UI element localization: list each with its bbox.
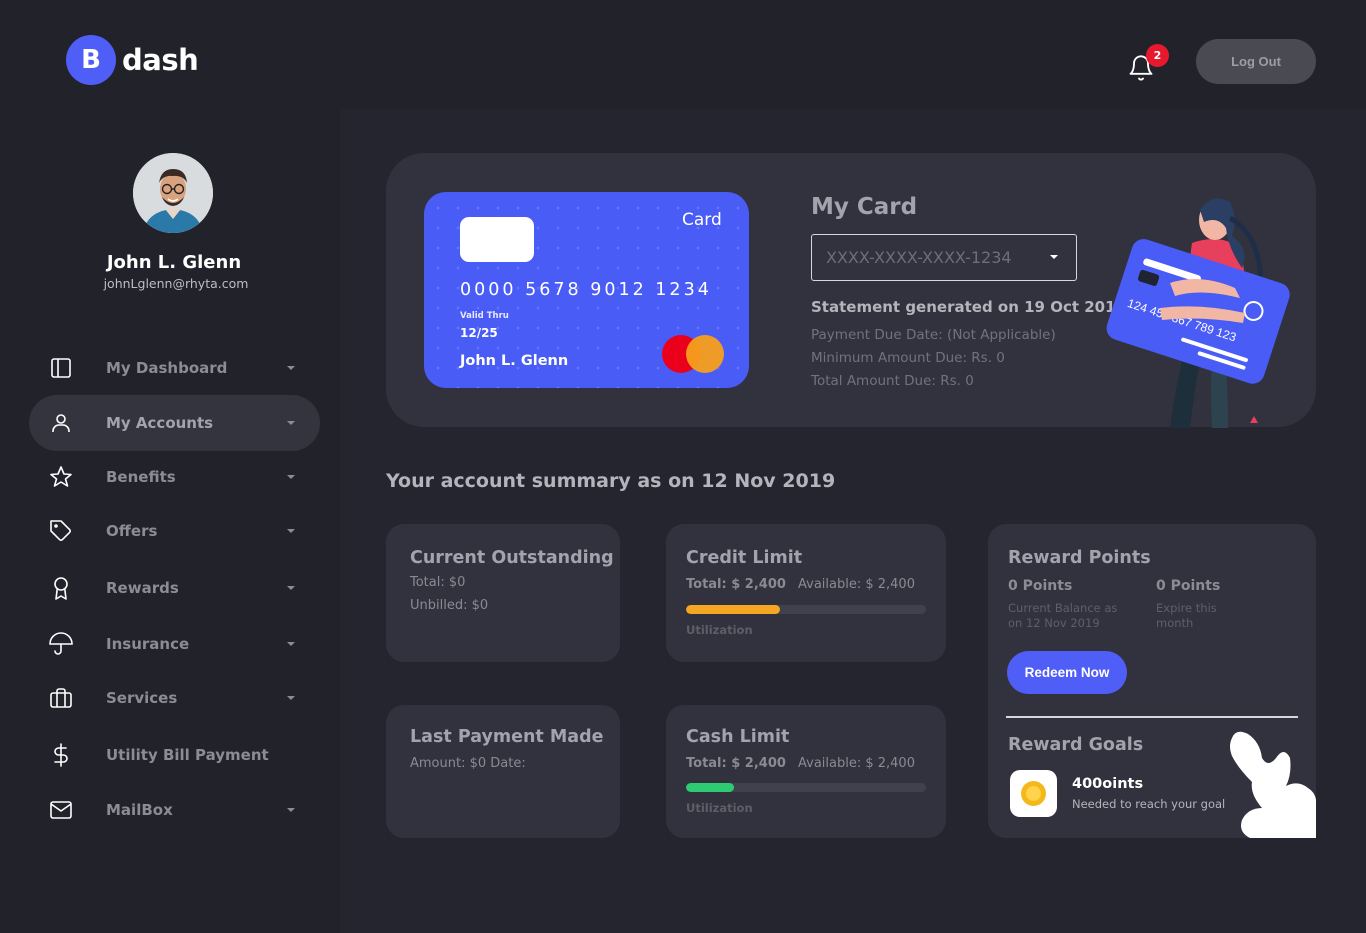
card-number: 0000 5678 9012 1234 [460,280,712,300]
award-icon [54,577,68,600]
coin-icon [1010,770,1057,817]
sidebar-item-services[interactable]: Services [29,670,320,726]
tag-icon [50,520,71,541]
user-email: johnLglenn@rhyta.com [103,276,249,291]
outstanding-unbilled: Unbilled: $0 [410,598,489,613]
chevron-down-icon [287,421,295,425]
brand-logo[interactable]: B dash [66,35,199,85]
expire-label-line-2: month [1156,616,1194,630]
tile-title: Reward Points [1008,548,1151,568]
credit-utilization-fill [686,605,780,614]
card-illustration: 124 456 367 789 123 [1106,198,1290,428]
minimum-amount-due: Minimum Amount Due: Rs. 0 [811,350,1005,366]
utilization-label: Utilization [686,801,753,815]
cash-utilization-bar [686,783,926,792]
sidebar-item-label: Insurance [106,635,190,653]
chevron-down-icon [287,696,295,700]
sidebar-item-insurance[interactable]: Insurance [29,616,320,672]
tile-title: Credit Limit [686,548,803,568]
expire-points: 0 Points [1156,578,1221,594]
sidebar-item-benefits[interactable]: Benefits [29,449,320,505]
sidebar-item-label: MailBox [106,801,173,819]
dollar-icon [54,743,68,767]
utilization-label: Utilization [686,623,753,637]
avatar [133,153,213,233]
balance-points: 0 Points [1008,578,1073,594]
reward-goals-title: Reward Goals [1008,735,1144,755]
chevron-down-icon [287,366,295,370]
credit-utilization-bar [686,605,926,614]
sidebar-item-label: Benefits [106,468,176,486]
sidebar-item-offers[interactable]: Offers [29,503,320,559]
sidebar-item-my-dashboard[interactable]: My Dashboard [29,340,320,396]
tile-title: Last Payment Made [410,727,604,747]
sidebar-item-rewards[interactable]: Rewards [29,560,320,616]
redeem-now-button[interactable]: Redeem Now [1007,651,1127,694]
card-label: Card [682,210,722,230]
chevron-down-icon [287,529,295,533]
cash-total: Total: $ 2,400 [686,756,786,771]
sidebar-item-label: Offers [106,522,158,540]
goal-subtitle: Needed to reach your goal [1072,797,1226,811]
sidebar-item-label: Utility Bill Payment [106,746,269,764]
umbrella-icon [49,632,73,655]
dashboard-icon [51,358,71,378]
divider [1006,716,1298,718]
outstanding-total: Total: $0 [410,575,466,590]
logo-mark: B [66,35,116,85]
account-summary-title: Your account summary as on 12 Nov 2019 [386,470,836,492]
cash-utilization-fill [686,783,734,792]
chevron-down-icon [287,642,295,646]
chevron-down-icon [287,808,295,812]
cash-limit-tile [666,705,946,838]
balance-label-line-2: on 12 Nov 2019 [1008,616,1100,630]
last-payment-amount: Amount: $0 Date: [410,756,526,771]
credit-available: Available: $ 2,400 [798,577,915,592]
my-card-title: My Card [811,194,918,220]
sidebar-item-label: Services [106,689,178,707]
user-icon [52,414,70,432]
expire-label-line-1: Expire this [1156,601,1217,615]
sidebar-item-my-accounts[interactable]: My Accounts [29,395,320,451]
sidebar-item-utility-bill-payment[interactable]: Utility Bill Payment [29,727,320,783]
mail-icon [50,801,72,819]
credit-limit-tile [666,524,946,662]
mastercard-icon [662,335,727,375]
decorative-blob [1230,731,1316,838]
current-outstanding-tile [386,524,620,662]
tile-title: Cash Limit [686,727,790,747]
balance-label: Current Balance as on 12 Nov 2019 [1008,601,1117,631]
valid-thru-label: Valid Thru [460,311,509,321]
user-name: John L. Glenn [106,252,242,273]
sidebar-item-label: My Accounts [106,414,214,432]
cash-available: Available: $ 2,400 [798,756,915,771]
balance-label-line-1: Current Balance as [1008,601,1118,615]
notification-badge: 2 [1146,44,1169,67]
card-holder: John L. Glenn [460,353,569,369]
total-amount-due: Total Amount Due: Rs. 0 [811,373,974,389]
sidebar-item-label: Rewards [106,579,179,597]
payment-due-date: Payment Due Date: (Not Applicable) [811,327,1056,343]
sidebar-item-label: My Dashboard [106,359,228,377]
last-payment-tile [386,705,620,838]
tile-title: Current Outstanding [410,548,614,568]
card-chip [460,217,534,262]
chevron-down-icon [1050,255,1058,259]
chevron-down-icon [287,475,295,479]
valid-thru-value: 12/25 [460,326,498,340]
logout-button[interactable]: Log Out [1196,39,1316,84]
expire-label: Expire this month [1156,601,1217,631]
logo-text: dash [122,43,199,77]
star-icon [50,466,72,487]
credit-total: Total: $ 2,400 [686,577,786,592]
briefcase-icon [50,688,72,708]
statement-text: Statement generated on 19 Oct 2019 [811,298,1126,316]
goal-title: 400oints [1072,776,1144,792]
chevron-down-icon [287,586,295,590]
sidebar-item-mailbox[interactable]: MailBox [29,782,320,838]
credit-card[interactable]: Card 0000 5678 9012 1234 Valid Thru 12/2… [424,192,749,388]
card-select[interactable]: XXXX-XXXX-XXXX-1234 [811,234,1077,281]
